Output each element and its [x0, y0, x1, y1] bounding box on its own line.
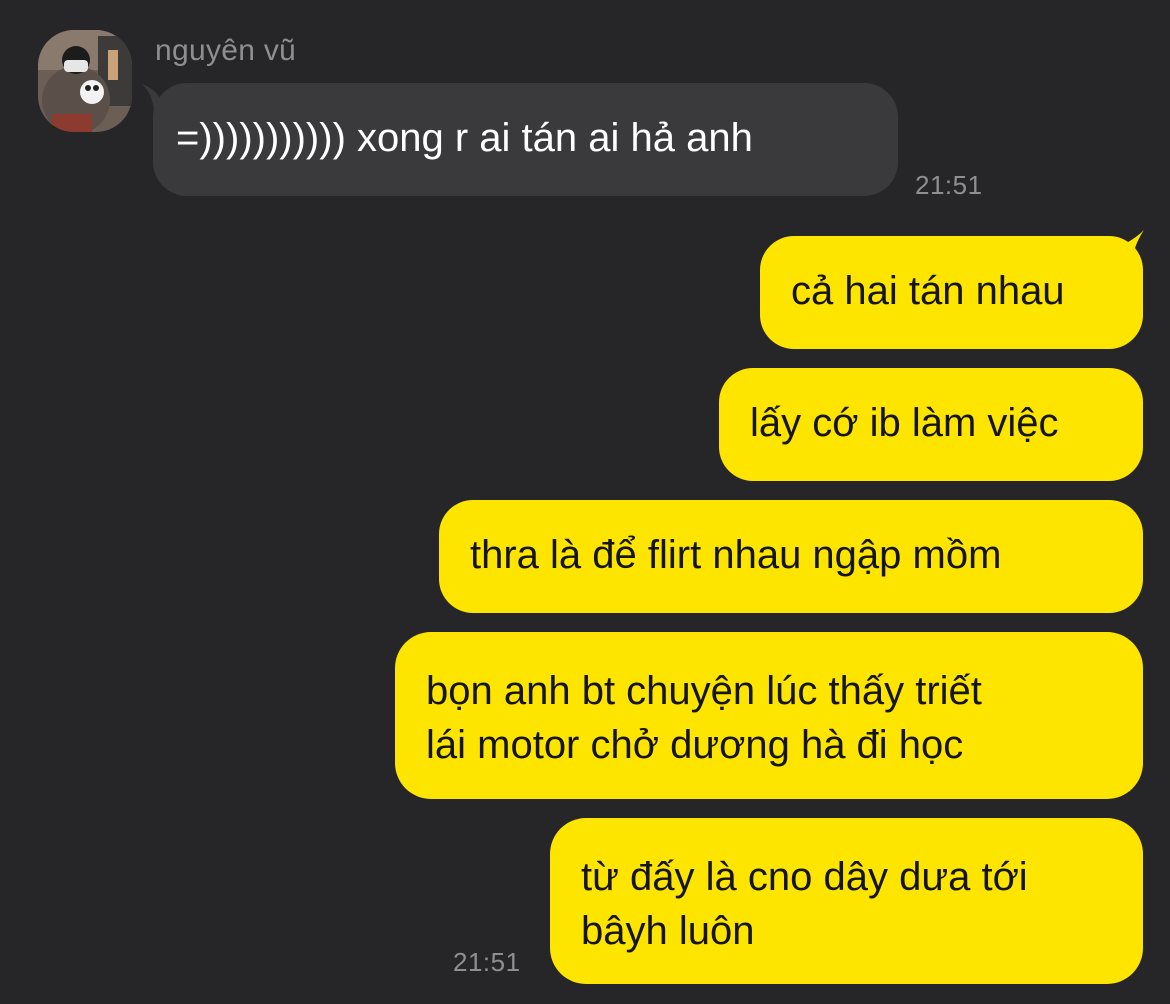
outgoing-message-text: lấy cớ ib làm việc — [750, 401, 1059, 445]
incoming-message-time: 21:51 — [915, 170, 983, 200]
sender-name: nguyên vũ — [155, 34, 297, 67]
outgoing-message-bubble[interactable]: bọn anh bt chuyện lúc thấy triết lái mot… — [395, 632, 1143, 799]
outgoing-message-bubble[interactable]: thra là để flirt nhau ngập mồm — [439, 500, 1143, 613]
outgoing-message-text: thra là để flirt nhau ngập mồm — [470, 533, 1002, 577]
incoming-message-bubble[interactable]: =))))))))))) xong r ai tán ai hả anh — [153, 83, 898, 196]
outgoing-message-text-line: lái motor chở dương hà đi học — [426, 723, 964, 767]
outgoing-message-bubble[interactable]: lấy cớ ib làm việc — [719, 368, 1143, 481]
profile-photo-avatar-icon — [38, 30, 132, 132]
sender-avatar[interactable] — [38, 30, 132, 132]
incoming-message-text: =))))))))))) xong r ai tán ai hả anh — [176, 116, 753, 160]
outgoing-message-text: cả hai tán nhau — [791, 269, 1065, 313]
outgoing-message-bubble[interactable]: từ đấy là cno dây dưa tới bâyh luôn — [550, 818, 1143, 984]
outgoing-message-time: 21:51 — [453, 947, 521, 977]
outgoing-message-text-line: bọn anh bt chuyện lúc thấy triết — [426, 669, 982, 713]
outgoing-message-bubble[interactable]: cả hai tán nhau — [760, 236, 1143, 349]
outgoing-message-text-line: từ đấy là cno dây dưa tới — [581, 855, 1028, 899]
outgoing-message-text-line: bâyh luôn — [581, 909, 755, 953]
